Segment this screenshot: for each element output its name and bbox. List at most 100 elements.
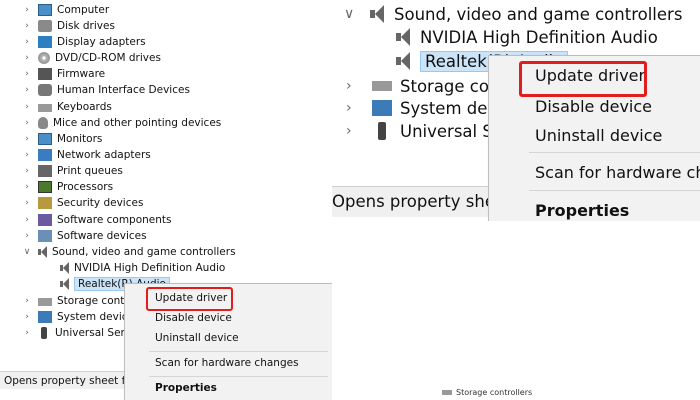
system-icon <box>372 100 392 116</box>
highlight-box <box>519 61 647 97</box>
tree-item-label: Network adapters <box>57 149 151 161</box>
speaker-icon <box>38 246 47 258</box>
tree-item-nvidia-audio[interactable]: NVIDIA High Definition Audio <box>396 24 658 50</box>
menu-item-properties[interactable]: Properties <box>535 201 629 220</box>
tree-item-label: Sound, video and game controllers <box>394 4 683 24</box>
chevron-right-icon[interactable]: › <box>22 53 32 63</box>
tree-item-label: Computer <box>57 4 110 16</box>
highlight-box <box>146 287 233 311</box>
tree-item-label: Disk drives <box>57 20 115 32</box>
chevron-right-icon[interactable]: › <box>22 198 32 208</box>
tree-item-security-devices[interactable]: › Security devices <box>22 195 143 211</box>
tree-item-label: Processors <box>57 181 114 193</box>
chevron-right-icon[interactable]: › <box>22 215 32 225</box>
tree-item-label: Software devices <box>57 230 147 242</box>
software-component-icon <box>38 214 52 226</box>
tree-item-nvidia-audio[interactable]: NVIDIA High Definition Audio <box>60 260 225 276</box>
firmware-icon <box>38 68 52 80</box>
tree-item-system-devices[interactable]: › System devices <box>22 309 139 325</box>
tree-item-software-components[interactable]: › Software components <box>22 212 172 228</box>
tree-item-label: Software components <box>57 214 172 226</box>
storage-icon <box>372 81 392 91</box>
menu-separator <box>529 152 700 153</box>
tree-item-disk-drives[interactable]: › Disk drives <box>22 18 115 34</box>
menu-separator <box>149 376 328 377</box>
chevron-right-icon[interactable]: › <box>22 182 32 192</box>
chevron-right-icon[interactable]: › <box>22 150 32 160</box>
tree-item-processors[interactable]: › Processors <box>22 179 113 195</box>
context-menu: Update driver Disable device Uninstall d… <box>488 55 700 221</box>
usb-icon <box>41 327 47 339</box>
chevron-right-icon[interactable]: › <box>22 5 32 15</box>
chevron-right-icon[interactable]: › <box>22 312 32 322</box>
chevron-right-icon[interactable]: › <box>22 37 32 47</box>
chevron-right-icon[interactable]: › <box>22 21 32 31</box>
system-icon <box>38 311 52 323</box>
tree-item-label: Firmware <box>57 68 106 80</box>
menu-item-uninstall-device[interactable]: Uninstall device <box>155 332 239 344</box>
tree-item-computer[interactable]: › Computer <box>22 2 109 18</box>
tree-item-sound-controllers[interactable]: ∨ Sound, video and game controllers <box>22 244 236 260</box>
speaker-icon <box>370 4 384 24</box>
menu-item-disable-device[interactable]: Disable device <box>155 312 232 324</box>
storage-icon <box>442 390 452 395</box>
chevron-down-icon[interactable]: ∨ <box>344 6 358 22</box>
tree-item-label: DVD/CD-ROM drives <box>55 52 161 64</box>
tree-item-label: Keyboards <box>57 101 112 113</box>
speaker-icon <box>396 51 410 71</box>
menu-item-properties[interactable]: Properties <box>155 382 217 394</box>
speaker-icon <box>396 27 410 47</box>
tree-item-label: Sound, video and game controllers <box>52 246 236 258</box>
menu-item-uninstall-device[interactable]: Uninstall device <box>535 126 662 145</box>
chevron-right-icon[interactable]: › <box>22 231 32 241</box>
monitor-icon <box>38 133 52 145</box>
speaker-icon <box>60 278 69 290</box>
chevron-down-icon[interactable]: ∨ <box>22 247 32 257</box>
partial-tree-strip: Storage controllers <box>332 388 700 400</box>
chevron-right-icon[interactable]: › <box>346 100 360 116</box>
tree-item-label: NVIDIA High Definition Audio <box>74 262 226 274</box>
monitor-icon <box>38 4 52 16</box>
tree-item-firmware[interactable]: › Firmware <box>22 66 105 82</box>
tree-item-label: Security devices <box>57 197 144 209</box>
chevron-right-icon[interactable]: › <box>22 69 32 79</box>
tree-item-hid[interactable]: › Human Interface Devices <box>22 82 190 98</box>
tree-item-network-adapters[interactable]: › Network adapters <box>22 147 151 163</box>
menu-item-disable-device[interactable]: Disable device <box>535 97 652 116</box>
menu-item-scan-hardware[interactable]: Scan for hardware changes <box>155 357 299 369</box>
chevron-right-icon[interactable]: › <box>22 85 32 95</box>
tree-item-monitors[interactable]: › Monitors <box>22 131 102 147</box>
tree-item-label: Monitors <box>57 133 103 145</box>
chevron-right-icon[interactable]: › <box>22 102 32 112</box>
status-text: Opens property sheet for the current sel… <box>332 192 492 211</box>
chevron-right-icon[interactable]: › <box>346 123 360 139</box>
software-device-icon <box>38 230 52 242</box>
tree-item-label: Display adapters <box>57 36 146 48</box>
usb-icon <box>378 122 386 140</box>
tree-item-mice[interactable]: › Mice and other pointing devices <box>22 115 221 131</box>
tree-item-software-devices[interactable]: › Software devices <box>22 228 147 244</box>
chevron-right-icon[interactable]: › <box>22 328 32 338</box>
tree-item-print-queues[interactable]: › Print queues <box>22 163 123 179</box>
tree-item-storage-controllers[interactable]: Storage controllers <box>442 388 532 397</box>
tree-item-label: Storage controllers <box>456 388 533 397</box>
menu-item-scan-hardware[interactable]: Scan for hardware changes <box>535 163 700 182</box>
processor-icon <box>38 181 52 193</box>
tree-item-display-adapters[interactable]: › Display adapters <box>22 34 146 50</box>
context-menu: Update driver Disable device Uninstall d… <box>124 283 332 400</box>
chevron-right-icon[interactable]: › <box>22 118 32 128</box>
device-manager-panel-small: › Computer › Disk drives › Display adapt… <box>0 0 332 400</box>
dvd-icon <box>38 52 50 64</box>
display-adapter-icon <box>38 36 52 48</box>
chevron-right-icon[interactable]: › <box>22 134 32 144</box>
disk-drive-icon <box>38 20 52 32</box>
tree-item-label: Human Interface Devices <box>57 84 190 96</box>
status-bar: Opens property sheet for the current sel… <box>332 186 492 217</box>
security-icon <box>38 197 52 209</box>
tree-item-dvd-drives[interactable]: › DVD/CD-ROM drives <box>22 50 161 66</box>
mouse-icon <box>38 117 48 129</box>
chevron-right-icon[interactable]: › <box>346 78 360 94</box>
tree-item-keyboards[interactable]: › Keyboards <box>22 99 112 115</box>
chevron-right-icon[interactable]: › <box>22 296 32 306</box>
chevron-right-icon[interactable]: › <box>22 166 32 176</box>
